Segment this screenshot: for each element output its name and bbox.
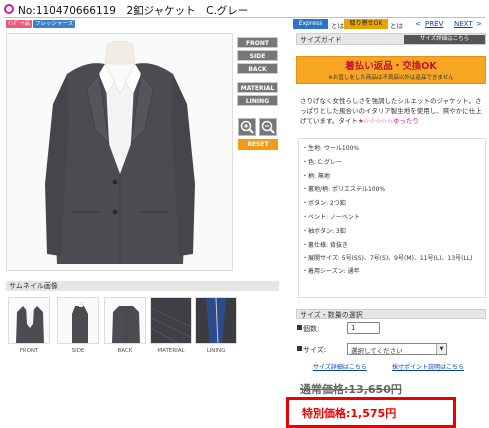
view-lining-button[interactable]: LINING bbox=[237, 95, 278, 106]
thumb-label: LINING bbox=[206, 348, 226, 354]
reset-button[interactable]: RESET bbox=[238, 139, 278, 150]
express-badge: Express bbox=[293, 19, 328, 29]
spec-item: ・袖ボタン: 3釦 bbox=[302, 227, 346, 235]
size-select[interactable]: 選択してください bbox=[347, 343, 447, 355]
quantity-label: 個数: bbox=[303, 325, 320, 333]
order-ok-badge: 取り寄せOK bbox=[344, 19, 388, 29]
zoom-in-icon[interactable] bbox=[238, 118, 256, 136]
thumb-lining[interactable] bbox=[195, 297, 237, 344]
size-label: サイズ: bbox=[303, 346, 327, 354]
regular-price: 通常価格:13,650円 bbox=[300, 383, 402, 396]
spec-item: ・ベント: ノーベント bbox=[302, 213, 360, 221]
thumb-label: FRONT bbox=[19, 348, 39, 354]
next-link[interactable]: NEXT bbox=[454, 20, 473, 28]
size-detail-button[interactable]: サイズ詳細はこちら bbox=[404, 35, 485, 44]
spec-item: ・色: C.グレー bbox=[302, 158, 343, 166]
view-material-button[interactable]: MATERIAL bbox=[237, 82, 278, 93]
view-side-button[interactable]: SIDE bbox=[237, 50, 278, 61]
express-info-link[interactable]: とは bbox=[331, 20, 344, 30]
spec-list: ・生地: ウール100% ・色: C.グレー ・柄: 無地 ・裏地/柄: ポリエ… bbox=[302, 142, 484, 279]
zoom-out-icon[interactable] bbox=[259, 118, 277, 136]
thumb-front[interactable] bbox=[8, 297, 50, 344]
divider bbox=[4, 17, 485, 18]
view-back-button[interactable]: BACK bbox=[237, 63, 278, 74]
prev-link[interactable]: PREV bbox=[425, 20, 443, 28]
returns-note: ※お直しをした商品は不良品以外は返品できません bbox=[328, 75, 454, 81]
returns-title: 着払い返品・交換OK bbox=[345, 61, 437, 72]
prev-arrow-icon[interactable]: < bbox=[415, 20, 421, 28]
order-header-title: サイズ・数量の選択 bbox=[300, 311, 363, 319]
import-tag: ｲﾝﾎﾟｰﾄ品 bbox=[6, 20, 33, 28]
spec-item: ・展開サイズ: 5号(SS)、7号(S)、9号(M)、11号(L)、13号(LL… bbox=[302, 255, 473, 263]
thumbnail-header: サムネイル画像 bbox=[6, 281, 279, 291]
thumb-label: MATERIAL bbox=[157, 348, 185, 354]
spec-item: ・着用シーズン: 通年 bbox=[302, 268, 360, 276]
special-price: 特別価格:1,575円 bbox=[302, 407, 397, 420]
product-description: さりげなく女性らしさを強調したシルエットのジャケット。さっぱりとした風合いのイタ… bbox=[300, 96, 485, 126]
next-arrow-icon[interactable]: > bbox=[476, 20, 482, 28]
spec-item: ・裏地/柄: ポリエステル100% bbox=[302, 186, 386, 194]
view-button-panel: FRONT SIDE BACK MATERIAL LINING bbox=[237, 37, 279, 108]
view-front-button[interactable]: FRONT bbox=[237, 37, 278, 48]
thumb-label: SIDE bbox=[71, 348, 85, 354]
thumb-back[interactable] bbox=[104, 297, 146, 344]
product-title: No:110470666119 2釦ジャケット C.グレー bbox=[18, 5, 249, 17]
fit-rating: ★☆☆☆☆☆ゆったり bbox=[357, 117, 419, 125]
quantity-input[interactable]: 1 bbox=[347, 322, 380, 334]
order-ok-info-link[interactable]: とは bbox=[390, 20, 403, 30]
square-bullet-icon bbox=[297, 346, 302, 351]
spec-item: ・ボタン: 2つ釦 bbox=[302, 200, 346, 208]
size-detail-link[interactable]: サイズ詳細はこちら bbox=[313, 362, 367, 371]
spec-item: ・柄: 無地 bbox=[302, 172, 330, 180]
spec-item: ・裏仕様: 背抜き bbox=[302, 241, 348, 249]
fit-point-link[interactable]: 採寸ポイント説明はこちら bbox=[392, 362, 464, 371]
product-main-image bbox=[6, 33, 233, 271]
size-guide-title: サイズガイド bbox=[300, 36, 342, 44]
zoom-controls bbox=[238, 118, 278, 136]
thumb-material[interactable] bbox=[150, 297, 192, 344]
thumb-label: BACK bbox=[117, 348, 133, 354]
square-bullet-icon bbox=[297, 325, 302, 330]
circle-bullet-icon bbox=[4, 4, 14, 14]
chevron-down-icon[interactable]: ▼ bbox=[436, 344, 446, 354]
thumb-side[interactable] bbox=[57, 297, 99, 344]
spec-item: ・生地: ウール100% bbox=[302, 145, 360, 152]
freshers-tag: フレッシャーズ bbox=[33, 20, 76, 28]
